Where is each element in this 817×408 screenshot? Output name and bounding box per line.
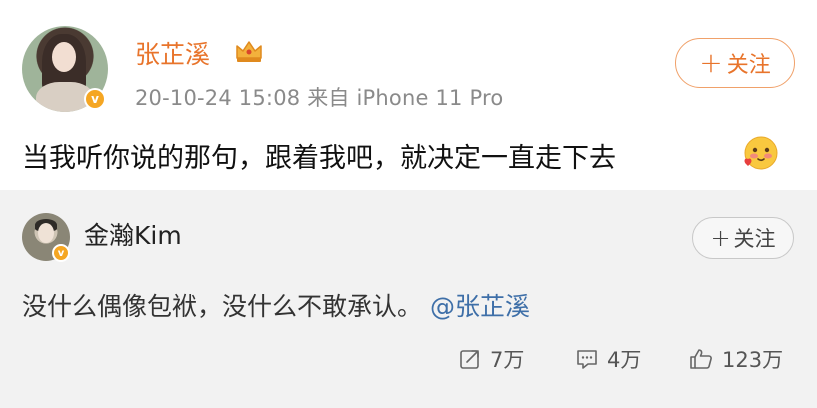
- blush-emoji-icon: [744, 136, 778, 170]
- post-text: 当我听你说的那句，跟着我吧，就决定一直走下去: [22, 143, 616, 174]
- repost-body: 没什么偶像包袱，没什么不敢承认。: [22, 292, 423, 321]
- avatar-face: [52, 42, 76, 72]
- avatar-face: [38, 223, 54, 243]
- like-count: 123万: [722, 348, 784, 372]
- comment-icon: [577, 350, 597, 369]
- repost-author-name[interactable]: 金瀚Kim: [84, 216, 182, 252]
- weibo-post: v 张芷溪 20-10-24 15:08 来自 iPhone 11 Pro + …: [0, 0, 817, 190]
- plus-icon: +: [710, 224, 731, 252]
- share-count: 7万: [490, 348, 525, 372]
- follow-label: 关注: [726, 53, 771, 78]
- post-timestamp: 20-10-24 15:08: [135, 86, 301, 110]
- repost-follow-button[interactable]: + 关注: [692, 217, 794, 259]
- mention-link[interactable]: @张芷溪: [430, 292, 530, 321]
- follow-label: 关注: [733, 227, 776, 251]
- comment-count: 4万: [607, 348, 642, 372]
- author-name[interactable]: 张芷溪: [135, 35, 210, 71]
- follow-button[interactable]: + 关注: [675, 38, 795, 88]
- repost-card[interactable]: v 金瀚Kim + 关注 没什么偶像包袱，没什么不敢承认。 @张芷溪 7万 4万…: [0, 190, 817, 408]
- share-action[interactable]: 7万: [458, 344, 524, 374]
- thumbs-up-icon: [690, 349, 712, 369]
- comment-action[interactable]: 4万: [575, 344, 641, 374]
- verified-badge: v: [52, 244, 70, 262]
- crown-icon: [236, 41, 262, 62]
- like-action[interactable]: 123万: [688, 344, 783, 374]
- share-icon: [460, 350, 479, 369]
- plus-icon: +: [699, 46, 723, 79]
- post-meta: 20-10-24 15:08 来自 iPhone 11 Pro: [135, 82, 503, 112]
- verified-badge: v: [84, 88, 106, 110]
- repost-text: 没什么偶像包袱，没什么不敢承认。 @张芷溪: [22, 287, 530, 323]
- post-source: 来自 iPhone 11 Pro: [307, 86, 504, 110]
